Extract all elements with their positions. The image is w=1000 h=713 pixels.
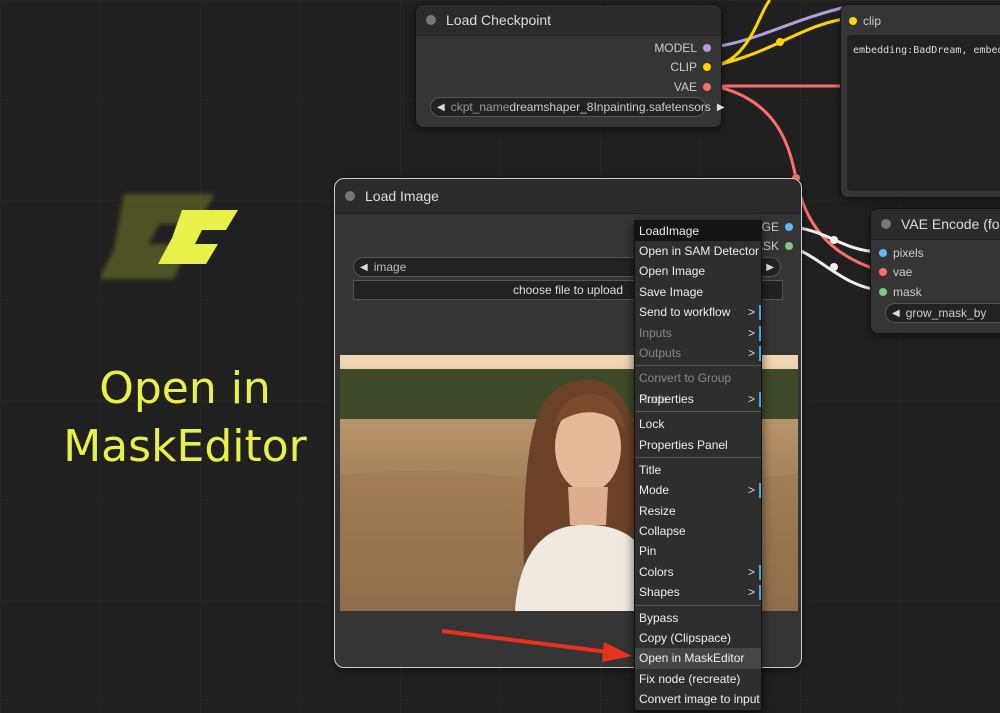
pointer-arrow-icon	[441, 629, 632, 662]
